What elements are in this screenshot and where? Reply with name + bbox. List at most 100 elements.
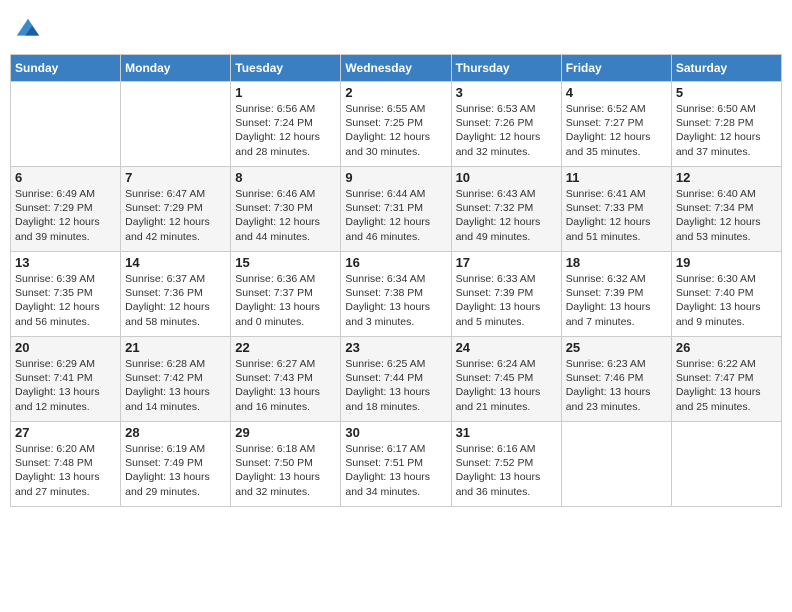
logo-icon: [14, 16, 42, 44]
calendar-week-row: 27 Sunrise: 6:20 AM Sunset: 7:48 PM Dayli…: [11, 422, 782, 507]
calendar-week-row: 20 Sunrise: 6:29 AM Sunset: 7:41 PM Dayli…: [11, 337, 782, 422]
calendar-cell: 31 Sunrise: 6:16 AM Sunset: 7:52 PM Dayli…: [451, 422, 561, 507]
day-detail: Sunrise: 6:56 AM Sunset: 7:24 PM Dayligh…: [235, 102, 336, 159]
day-number: 30: [345, 425, 446, 440]
calendar-cell: 14 Sunrise: 6:37 AM Sunset: 7:36 PM Dayli…: [121, 252, 231, 337]
calendar-cell: 23Sunrise: 6:25 AM Sunset: 7:44 PM Dayli…: [341, 337, 451, 422]
day-number: 16: [345, 255, 446, 270]
day-detail: Sunrise: 6:17 AM Sunset: 7:51 PM Dayligh…: [345, 442, 446, 499]
day-number: 14: [125, 255, 226, 270]
calendar-cell: 10Sunrise: 6:43 AM Sunset: 7:32 PM Dayli…: [451, 167, 561, 252]
day-detail: Sunrise: 6:18 AM Sunset: 7:50 PM Dayligh…: [235, 442, 336, 499]
day-number: 21: [125, 340, 226, 355]
calendar-cell: 5 Sunrise: 6:50 AM Sunset: 7:28 PM Daylig…: [671, 82, 781, 167]
day-number: 29: [235, 425, 336, 440]
calendar-table: SundayMondayTuesdayWednesdayThursdayFrid…: [10, 54, 782, 507]
day-number: 22: [235, 340, 336, 355]
calendar-cell: 11 Sunrise: 6:41 AM Sunset: 7:33 PM Dayli…: [561, 167, 671, 252]
day-number: 10: [456, 170, 557, 185]
day-detail: Sunrise: 6:55 AM Sunset: 7:25 PM Dayligh…: [345, 102, 446, 159]
day-detail: Sunrise: 6:32 AM Sunset: 7:39 PM Dayligh…: [566, 272, 667, 329]
calendar-cell: 9 Sunrise: 6:44 AM Sunset: 7:31 PM Daylig…: [341, 167, 451, 252]
day-number: 20: [15, 340, 116, 355]
day-detail: Sunrise: 6:39 AM Sunset: 7:35 PM Dayligh…: [15, 272, 116, 329]
day-detail: Sunrise: 6:33 AM Sunset: 7:39 PM Dayligh…: [456, 272, 557, 329]
calendar-cell: 20 Sunrise: 6:29 AM Sunset: 7:41 PM Dayli…: [11, 337, 121, 422]
day-detail: Sunrise: 6:46 AM Sunset: 7:30 PM Dayligh…: [235, 187, 336, 244]
page-header: [10, 10, 782, 46]
calendar-cell: 22 Sunrise: 6:27 AM Sunset: 7:43 PM Dayli…: [231, 337, 341, 422]
calendar-cell: 2 Sunrise: 6:55 AM Sunset: 7:25 PM Daylig…: [341, 82, 451, 167]
calendar-cell: 26 Sunrise: 6:22 AM Sunset: 7:47 PM Dayli…: [671, 337, 781, 422]
column-header-sunday: Sunday: [11, 55, 121, 82]
day-number: 8: [235, 170, 336, 185]
day-number: 19: [676, 255, 777, 270]
day-number: 17: [456, 255, 557, 270]
day-detail: Sunrise: 6:25 AM Sunset: 7:44 PM Dayligh…: [345, 357, 446, 414]
day-detail: Sunrise: 6:52 AM Sunset: 7:27 PM Dayligh…: [566, 102, 667, 159]
day-number: 9: [345, 170, 446, 185]
day-detail: Sunrise: 6:30 AM Sunset: 7:40 PM Dayligh…: [676, 272, 777, 329]
day-detail: Sunrise: 6:49 AM Sunset: 7:29 PM Dayligh…: [15, 187, 116, 244]
day-detail: Sunrise: 6:20 AM Sunset: 7:48 PM Dayligh…: [15, 442, 116, 499]
column-header-monday: Monday: [121, 55, 231, 82]
calendar-cell: 15 Sunrise: 6:36 AM Sunset: 7:37 PM Dayli…: [231, 252, 341, 337]
day-number: 31: [456, 425, 557, 440]
day-detail: Sunrise: 6:44 AM Sunset: 7:31 PM Dayligh…: [345, 187, 446, 244]
day-number: 7: [125, 170, 226, 185]
calendar-cell: 30 Sunrise: 6:17 AM Sunset: 7:51 PM Dayli…: [341, 422, 451, 507]
day-number: 26: [676, 340, 777, 355]
calendar-cell: 25Sunrise: 6:23 AM Sunset: 7:46 PM Dayli…: [561, 337, 671, 422]
calendar-cell: 13Sunrise: 6:39 AM Sunset: 7:35 PM Dayli…: [11, 252, 121, 337]
calendar-cell: 24 Sunrise: 6:24 AM Sunset: 7:45 PM Dayli…: [451, 337, 561, 422]
column-header-saturday: Saturday: [671, 55, 781, 82]
day-number: 28: [125, 425, 226, 440]
column-header-thursday: Thursday: [451, 55, 561, 82]
day-detail: Sunrise: 6:29 AM Sunset: 7:41 PM Dayligh…: [15, 357, 116, 414]
day-detail: Sunrise: 6:41 AM Sunset: 7:33 PM Dayligh…: [566, 187, 667, 244]
calendar-week-row: 6 Sunrise: 6:49 AM Sunset: 7:29 PM Daylig…: [11, 167, 782, 252]
day-number: 24: [456, 340, 557, 355]
day-detail: Sunrise: 6:22 AM Sunset: 7:47 PM Dayligh…: [676, 357, 777, 414]
day-number: 27: [15, 425, 116, 440]
calendar-cell: 4 Sunrise: 6:52 AM Sunset: 7:27 PM Daylig…: [561, 82, 671, 167]
logo: [14, 16, 46, 44]
day-detail: Sunrise: 6:34 AM Sunset: 7:38 PM Dayligh…: [345, 272, 446, 329]
day-number: 15: [235, 255, 336, 270]
day-detail: Sunrise: 6:36 AM Sunset: 7:37 PM Dayligh…: [235, 272, 336, 329]
day-detail: Sunrise: 6:27 AM Sunset: 7:43 PM Dayligh…: [235, 357, 336, 414]
calendar-cell: 16 Sunrise: 6:34 AM Sunset: 7:38 PM Dayli…: [341, 252, 451, 337]
day-number: 5: [676, 85, 777, 100]
day-detail: Sunrise: 6:53 AM Sunset: 7:26 PM Dayligh…: [456, 102, 557, 159]
calendar-cell: 12Sunrise: 6:40 AM Sunset: 7:34 PM Dayli…: [671, 167, 781, 252]
calendar-week-row: 1Sunrise: 6:56 AM Sunset: 7:24 PM Daylig…: [11, 82, 782, 167]
calendar-week-row: 13Sunrise: 6:39 AM Sunset: 7:35 PM Dayli…: [11, 252, 782, 337]
calendar-cell: 29 Sunrise: 6:18 AM Sunset: 7:50 PM Dayli…: [231, 422, 341, 507]
column-header-tuesday: Tuesday: [231, 55, 341, 82]
calendar-header-row: SundayMondayTuesdayWednesdayThursdayFrid…: [11, 55, 782, 82]
day-number: 2: [345, 85, 446, 100]
column-header-wednesday: Wednesday: [341, 55, 451, 82]
calendar-cell: [671, 422, 781, 507]
calendar-cell: 8 Sunrise: 6:46 AM Sunset: 7:30 PM Daylig…: [231, 167, 341, 252]
day-detail: Sunrise: 6:19 AM Sunset: 7:49 PM Dayligh…: [125, 442, 226, 499]
calendar-cell: [11, 82, 121, 167]
day-detail: Sunrise: 6:40 AM Sunset: 7:34 PM Dayligh…: [676, 187, 777, 244]
day-detail: Sunrise: 6:24 AM Sunset: 7:45 PM Dayligh…: [456, 357, 557, 414]
calendar-cell: 1Sunrise: 6:56 AM Sunset: 7:24 PM Daylig…: [231, 82, 341, 167]
calendar-cell: 18 Sunrise: 6:32 AM Sunset: 7:39 PM Dayli…: [561, 252, 671, 337]
column-header-friday: Friday: [561, 55, 671, 82]
day-detail: Sunrise: 6:37 AM Sunset: 7:36 PM Dayligh…: [125, 272, 226, 329]
day-number: 4: [566, 85, 667, 100]
calendar-cell: 6 Sunrise: 6:49 AM Sunset: 7:29 PM Daylig…: [11, 167, 121, 252]
day-number: 11: [566, 170, 667, 185]
day-detail: Sunrise: 6:50 AM Sunset: 7:28 PM Dayligh…: [676, 102, 777, 159]
day-number: 18: [566, 255, 667, 270]
day-detail: Sunrise: 6:47 AM Sunset: 7:29 PM Dayligh…: [125, 187, 226, 244]
calendar-cell: 3Sunrise: 6:53 AM Sunset: 7:26 PM Daylig…: [451, 82, 561, 167]
day-number: 6: [15, 170, 116, 185]
calendar-cell: [121, 82, 231, 167]
calendar-cell: 28 Sunrise: 6:19 AM Sunset: 7:49 PM Dayli…: [121, 422, 231, 507]
calendar-cell: 19 Sunrise: 6:30 AM Sunset: 7:40 PM Dayli…: [671, 252, 781, 337]
day-detail: Sunrise: 6:16 AM Sunset: 7:52 PM Dayligh…: [456, 442, 557, 499]
